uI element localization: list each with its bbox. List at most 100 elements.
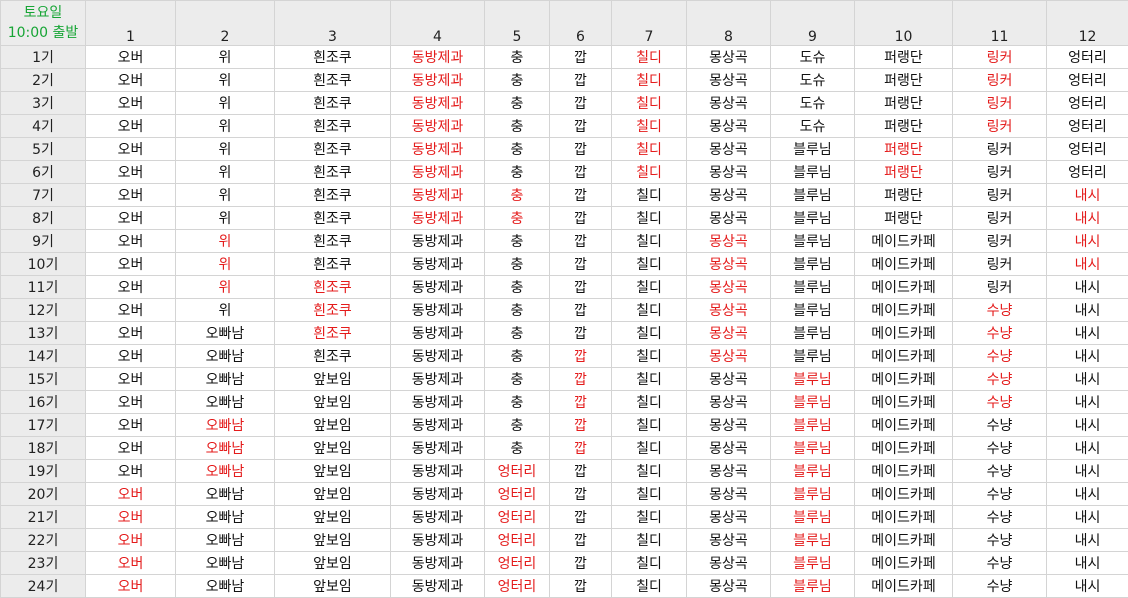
grid-cell[interactable]: 퍼랭단 [854,137,953,161]
grid-cell[interactable]: 동방제과 [390,252,485,276]
column-header-12[interactable]: 12 [1046,0,1128,46]
grid-cell[interactable]: 오빠남 [175,459,275,483]
grid-cell[interactable]: 깝 [549,160,612,184]
grid-cell[interactable]: 퍼랭단 [854,114,953,138]
grid-cell[interactable]: 위 [175,45,275,69]
grid-cell[interactable]: 흰조쿠 [274,344,391,368]
grid-cell[interactable]: 흰조쿠 [274,275,391,299]
grid-cell[interactable]: 칠디 [611,367,687,391]
grid-cell[interactable]: 칠디 [611,321,687,345]
grid-cell[interactable]: 링커 [952,252,1047,276]
grid-cell[interactable]: 오버 [85,206,176,230]
grid-cell[interactable]: 칠디 [611,436,687,460]
grid-cell[interactable]: 오빠남 [175,436,275,460]
grid-cell[interactable]: 깝 [549,321,612,345]
column-header-8[interactable]: 8 [686,0,771,46]
grid-cell[interactable]: 내시 [1046,229,1128,253]
grid-cell[interactable]: 링커 [952,183,1047,207]
grid-cell[interactable]: 퍼랭단 [854,45,953,69]
grid-cell[interactable]: 수냥 [952,390,1047,414]
grid-cell[interactable]: 엉터리 [1046,137,1128,161]
grid-cell[interactable]: 몽상곡 [686,367,771,391]
column-header-2[interactable]: 2 [175,0,275,46]
grid-cell[interactable]: 흰조쿠 [274,298,391,322]
grid-cell[interactable]: 엉터리 [484,551,550,575]
grid-cell[interactable]: 충 [484,367,550,391]
grid-cell[interactable]: 메이드카페 [854,344,953,368]
grid-cell[interactable]: 동방제과 [390,574,485,598]
column-header-6[interactable]: 6 [549,0,612,46]
grid-cell[interactable]: 동방제과 [390,528,485,552]
grid-cell[interactable]: 앞보임 [274,436,391,460]
grid-cell[interactable]: 칠디 [611,275,687,299]
grid-cell[interactable]: 메이드카페 [854,298,953,322]
grid-cell[interactable]: 흰조쿠 [274,45,391,69]
grid-cell[interactable]: 블루님 [770,528,855,552]
grid-cell[interactable]: 몽상곡 [686,114,771,138]
grid-cell[interactable]: 오버 [85,229,176,253]
grid-cell[interactable]: 칠디 [611,183,687,207]
grid-cell[interactable]: 충 [484,390,550,414]
grid-cell[interactable]: 메이드카페 [854,459,953,483]
grid-cell[interactable]: 수냥 [952,459,1047,483]
grid-cell[interactable]: 깝 [549,482,612,506]
grid-cell[interactable]: 메이드카페 [854,321,953,345]
grid-cell[interactable]: 몽상곡 [686,229,771,253]
grid-cell[interactable]: 블루님 [770,298,855,322]
grid-cell[interactable]: 동방제과 [390,413,485,437]
grid-cell[interactable]: 오버 [85,551,176,575]
grid-cell[interactable]: 앞보임 [274,390,391,414]
grid-cell[interactable]: 위 [175,229,275,253]
grid-cell[interactable]: 깝 [549,229,612,253]
grid-cell[interactable]: 엉터리 [484,459,550,483]
grid-cell[interactable]: 흰조쿠 [274,229,391,253]
grid-cell[interactable]: 동방제과 [390,459,485,483]
row-header[interactable]: 6기 [0,160,86,184]
grid-cell[interactable]: 깝 [549,91,612,115]
grid-cell[interactable]: 깝 [549,344,612,368]
grid-cell[interactable]: 동방제과 [390,505,485,529]
grid-cell[interactable]: 블루님 [770,344,855,368]
grid-cell[interactable]: 오버 [85,160,176,184]
grid-cell[interactable]: 깝 [549,68,612,92]
grid-cell[interactable]: 깝 [549,505,612,529]
grid-cell[interactable]: 엉터리 [484,482,550,506]
grid-cell[interactable]: 내시 [1046,183,1128,207]
grid-cell[interactable]: 동방제과 [390,45,485,69]
grid-cell[interactable]: 몽상곡 [686,390,771,414]
grid-cell[interactable]: 깝 [549,413,612,437]
grid-cell[interactable]: 블루님 [770,390,855,414]
grid-cell[interactable]: 충 [484,91,550,115]
grid-cell[interactable]: 메이드카페 [854,482,953,506]
grid-cell[interactable]: 동방제과 [390,206,485,230]
grid-cell[interactable]: 블루님 [770,252,855,276]
grid-cell[interactable]: 수냥 [952,321,1047,345]
grid-cell[interactable]: 오빠남 [175,344,275,368]
grid-cell[interactable]: 칠디 [611,137,687,161]
grid-cell[interactable]: 동방제과 [390,68,485,92]
grid-cell[interactable]: 내시 [1046,528,1128,552]
grid-cell[interactable]: 몽상곡 [686,45,771,69]
grid-cell[interactable]: 칠디 [611,459,687,483]
grid-cell[interactable]: 칠디 [611,298,687,322]
grid-cell[interactable]: 칠디 [611,482,687,506]
grid-cell[interactable]: 오버 [85,321,176,345]
grid-cell[interactable]: 깝 [549,436,612,460]
grid-cell[interactable]: 메이드카페 [854,390,953,414]
grid-cell[interactable]: 링커 [952,137,1047,161]
grid-cell[interactable]: 칠디 [611,390,687,414]
grid-cell[interactable]: 동방제과 [390,298,485,322]
grid-cell[interactable]: 동방제과 [390,390,485,414]
grid-cell[interactable]: 오버 [85,505,176,529]
row-header[interactable]: 3기 [0,91,86,115]
grid-cell[interactable]: 위 [175,160,275,184]
grid-cell[interactable]: 도슈 [770,68,855,92]
grid-cell[interactable]: 내시 [1046,482,1128,506]
grid-cell[interactable]: 동방제과 [390,344,485,368]
grid-cell[interactable]: 수냥 [952,528,1047,552]
grid-cell[interactable]: 내시 [1046,206,1128,230]
grid-cell[interactable]: 몽상곡 [686,252,771,276]
column-header-9[interactable]: 9 [770,0,855,46]
grid-cell[interactable]: 몽상곡 [686,321,771,345]
grid-cell[interactable]: 위 [175,252,275,276]
